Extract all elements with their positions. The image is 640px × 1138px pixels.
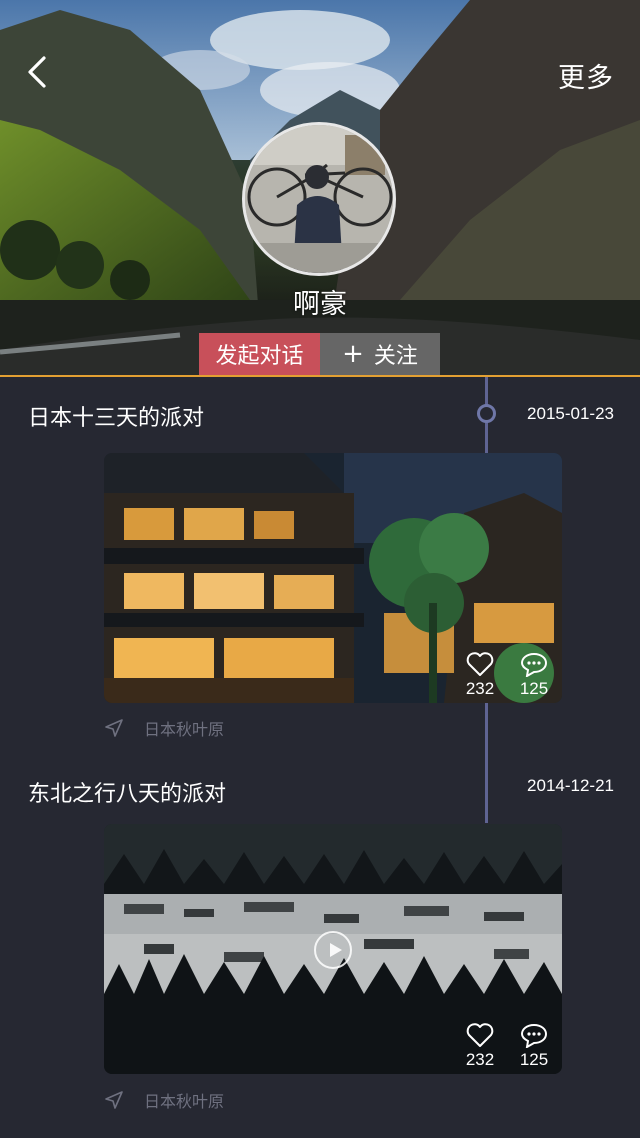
username: 啊豪 [293,289,347,320]
heart-icon [466,1023,494,1047]
follow-label: 关注 [373,344,418,369]
comment-icon [520,1023,548,1048]
play-icon[interactable] [314,931,352,969]
post-title[interactable]: 日本十三天的派对 [28,400,204,432]
back-button[interactable] [20,50,60,94]
post-card-image[interactable]: 232 125 [104,453,562,703]
post-title[interactable]: 东北之行八天的派对 [28,776,226,808]
comment-count[interactable]: 125 [514,651,554,699]
location-arrow-icon [105,1091,123,1109]
location-label: 日本秋叶原 [144,720,225,739]
header-divider [0,375,640,377]
post-card-video[interactable]: 232 125 [104,824,562,1074]
heart-icon [466,652,494,676]
comment-count[interactable]: 125 [514,1022,554,1070]
post-location[interactable]: 日本秋叶原 [104,1088,224,1112]
avatar-image [245,125,393,273]
post-location[interactable]: 日本秋叶原 [104,716,224,740]
timeline-dot [477,404,496,423]
plus-icon: + [342,339,364,369]
like-count-value: 232 [465,679,495,698]
follow-button[interactable]: + 关注 [320,333,440,375]
like-count-value: 232 [465,1050,495,1069]
post-date: 2015-01-23 [527,404,614,423]
location-arrow-icon [105,719,123,737]
avatar[interactable] [242,122,396,276]
start-chat-button[interactable]: 发起对话 [199,333,320,375]
comment-icon [520,652,548,677]
comment-count-value: 125 [519,679,549,698]
comment-count-value: 125 [519,1050,549,1069]
location-label: 日本秋叶原 [144,1092,225,1111]
like-count[interactable]: 232 [460,1022,500,1070]
like-count[interactable]: 232 [460,651,500,699]
profile-cover: 更多 啊豪 发起对话 + 关注 [0,0,640,377]
more-button[interactable]: 更多 [558,56,614,95]
profile-actions: 发起对话 + 关注 [199,333,440,375]
post-date: 2014-12-21 [527,776,614,795]
back-arrow-icon [28,56,46,88]
